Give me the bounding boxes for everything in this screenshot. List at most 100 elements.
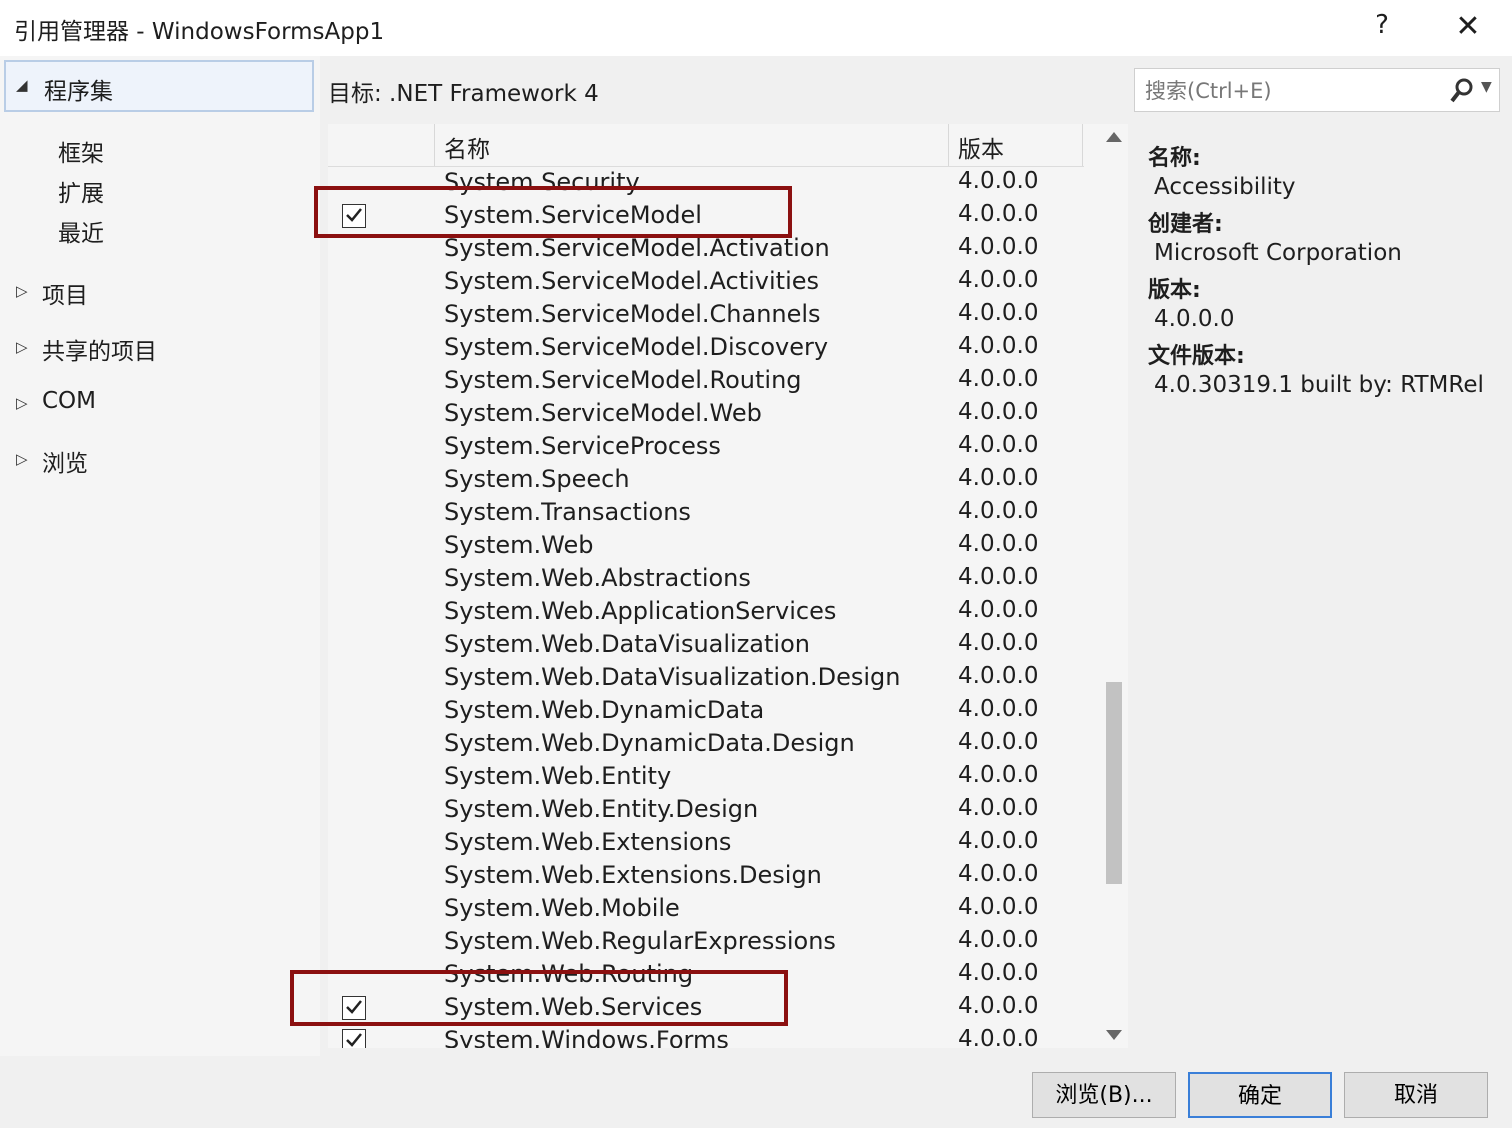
table-row[interactable]: System.Web.Extensions.Design 4.0.0.0 <box>328 861 1088 894</box>
detail-version-value: 4.0.0.0 <box>1154 306 1235 332</box>
row-version: 4.0.0.0 <box>958 993 1039 1019</box>
column-divider[interactable] <box>948 124 949 166</box>
row-version: 4.0.0.0 <box>958 960 1039 986</box>
table-row[interactable]: System.ServiceModel.Activities 4.0.0.0 <box>328 267 1088 300</box>
row-version: 4.0.0.0 <box>958 168 1039 194</box>
row-version: 4.0.0.0 <box>958 366 1039 392</box>
row-name: System.Web.DataVisualization.Design <box>444 663 901 691</box>
row-version: 4.0.0.0 <box>958 762 1039 788</box>
table-row[interactable]: System.Web.DynamicData 4.0.0.0 <box>328 696 1088 729</box>
column-divider[interactable] <box>434 124 435 166</box>
table-row[interactable]: System.Speech 4.0.0.0 <box>328 465 1088 498</box>
row-name: System.Web <box>444 531 594 559</box>
highlight-box-web-services <box>290 970 788 1026</box>
table-row[interactable]: System.ServiceModel.Channels 4.0.0.0 <box>328 300 1088 333</box>
row-version: 4.0.0.0 <box>958 597 1039 623</box>
window-title: 引用管理器 - WindowsFormsApp1 <box>14 19 385 45</box>
table-row[interactable]: System.ServiceModel.Activation 4.0.0.0 <box>328 234 1088 267</box>
table-row[interactable]: System.ServiceModel.Web 4.0.0.0 <box>328 399 1088 432</box>
nav-group-projects[interactable]: 项目 <box>42 276 88 310</box>
table-row[interactable]: System.ServiceProcess 4.0.0.0 <box>328 432 1088 465</box>
nav-sub-item-framework[interactable]: 框架 <box>58 134 104 168</box>
row-version: 4.0.0.0 <box>958 234 1039 260</box>
nav-item-label: 程序集 <box>44 79 113 105</box>
column-header-version[interactable]: 版本 <box>958 130 1004 164</box>
collapsed-triangle-icon[interactable]: ▷ <box>16 394 28 412</box>
nav-sub-item-extensions[interactable]: 扩展 <box>58 174 104 208</box>
table-row[interactable]: System.Web.Entity.Design 4.0.0.0 <box>328 795 1088 828</box>
row-name: System.Web.RegularExpressions <box>444 927 836 955</box>
table-row[interactable]: System.ServiceModel.Discovery 4.0.0.0 <box>328 333 1088 366</box>
vertical-scrollbar[interactable] <box>1098 124 1128 1048</box>
row-name: System.Web.DataVisualization <box>444 630 810 658</box>
collapsed-triangle-icon[interactable]: ▷ <box>16 338 28 356</box>
collapsed-triangle-icon[interactable]: ▷ <box>16 450 28 468</box>
detail-name-value: Accessibility <box>1154 174 1296 200</box>
row-version: 4.0.0.0 <box>958 564 1039 590</box>
row-version: 4.0.0.0 <box>958 927 1039 953</box>
highlight-box-servicemodel <box>314 186 792 238</box>
row-version: 4.0.0.0 <box>958 894 1039 920</box>
browse-button[interactable]: 浏览(B)... <box>1032 1072 1176 1118</box>
row-checkbox[interactable] <box>342 1029 366 1048</box>
details-panel: 名称: Accessibility 创建者: Microsoft Corpora… <box>1134 124 1512 1048</box>
assembly-list: 名称 版本 System.Security 4.0.0.0 System.Servi… <box>328 124 1128 1048</box>
ok-button[interactable]: 确定 <box>1188 1072 1332 1118</box>
row-version: 4.0.0.0 <box>958 630 1039 656</box>
table-row[interactable]: System.Transactions 4.0.0.0 <box>328 498 1088 531</box>
nav-group-browse[interactable]: 浏览 <box>42 444 88 478</box>
close-button[interactable]: ✕ <box>1448 8 1488 48</box>
column-header-name[interactable]: 名称 <box>444 130 490 164</box>
row-name: System.Web.Extensions <box>444 828 732 856</box>
check-icon <box>346 1033 362 1047</box>
column-divider <box>1082 124 1083 166</box>
row-version: 4.0.0.0 <box>958 399 1039 425</box>
row-version: 4.0.0.0 <box>958 465 1039 491</box>
scroll-up-arrow-icon[interactable] <box>1106 132 1122 142</box>
table-row[interactable]: System.Web.Mobile 4.0.0.0 <box>328 894 1088 927</box>
search-options-chevron-icon[interactable]: ▼ <box>1481 79 1492 95</box>
cancel-button[interactable]: 取消 <box>1344 1072 1488 1118</box>
row-name: System.Web.DynamicData.Design <box>444 729 855 757</box>
table-row[interactable]: System.Web.Entity 4.0.0.0 <box>328 762 1088 795</box>
table-row[interactable]: System.Web.DataVisualization 4.0.0.0 <box>328 630 1088 663</box>
table-row[interactable]: System.Web.ApplicationServices 4.0.0.0 <box>328 597 1088 630</box>
table-row[interactable]: System.Web.Abstractions 4.0.0.0 <box>328 564 1088 597</box>
scroll-down-arrow-icon[interactable] <box>1106 1030 1122 1040</box>
nav-panel <box>0 56 320 1056</box>
nav-sub-item-recent[interactable]: 最近 <box>58 214 104 248</box>
row-version: 4.0.0.0 <box>958 1026 1039 1048</box>
row-name: System.ServiceModel.Activation <box>444 234 830 262</box>
search-input[interactable] <box>1143 75 1437 107</box>
detail-file-version-label: 文件版本: <box>1148 344 1245 369</box>
table-row[interactable]: System.Web 4.0.0.0 <box>328 531 1088 564</box>
nav-group-com[interactable]: COM <box>42 388 96 414</box>
table-row[interactable]: System.Windows.Forms 4.0.0.0 <box>328 1026 1088 1048</box>
row-version: 4.0.0.0 <box>958 267 1039 293</box>
detail-version-label: 版本: <box>1148 278 1201 303</box>
row-version: 4.0.0.0 <box>958 201 1039 227</box>
search-box[interactable]: ▼ <box>1134 68 1500 112</box>
nav-item-assemblies[interactable]: ◢ 程序集 <box>4 60 314 112</box>
detail-file-version-value: 4.0.30319.1 built by: RTMRel <box>1154 372 1484 398</box>
table-row[interactable]: System.Web.Extensions 4.0.0.0 <box>328 828 1088 861</box>
table-row[interactable]: System.ServiceModel.Routing 4.0.0.0 <box>328 366 1088 399</box>
search-icon[interactable] <box>1449 77 1475 105</box>
row-name: System.ServiceModel.Discovery <box>444 333 829 361</box>
row-version: 4.0.0.0 <box>958 531 1039 557</box>
scrollbar-thumb[interactable] <box>1106 682 1122 884</box>
detail-creator-value: Microsoft Corporation <box>1154 240 1402 266</box>
collapsed-triangle-icon[interactable]: ▷ <box>16 282 28 300</box>
table-row[interactable]: System.Web.RegularExpressions 4.0.0.0 <box>328 927 1088 960</box>
row-version: 4.0.0.0 <box>958 696 1039 722</box>
row-version: 4.0.0.0 <box>958 795 1039 821</box>
row-version: 4.0.0.0 <box>958 729 1039 755</box>
row-name: System.Transactions <box>444 498 691 526</box>
table-row[interactable]: System.Web.DataVisualization.Design 4.0.0… <box>328 663 1088 696</box>
row-name: System.ServiceModel.Channels <box>444 300 821 328</box>
nav-group-shared-projects[interactable]: 共享的项目 <box>42 332 157 366</box>
table-row[interactable]: System.Web.DynamicData.Design 4.0.0.0 <box>328 729 1088 762</box>
list-header: 名称 版本 <box>328 124 1084 167</box>
row-name: System.Web.ApplicationServices <box>444 597 837 625</box>
help-button[interactable]: ? <box>1366 10 1398 44</box>
